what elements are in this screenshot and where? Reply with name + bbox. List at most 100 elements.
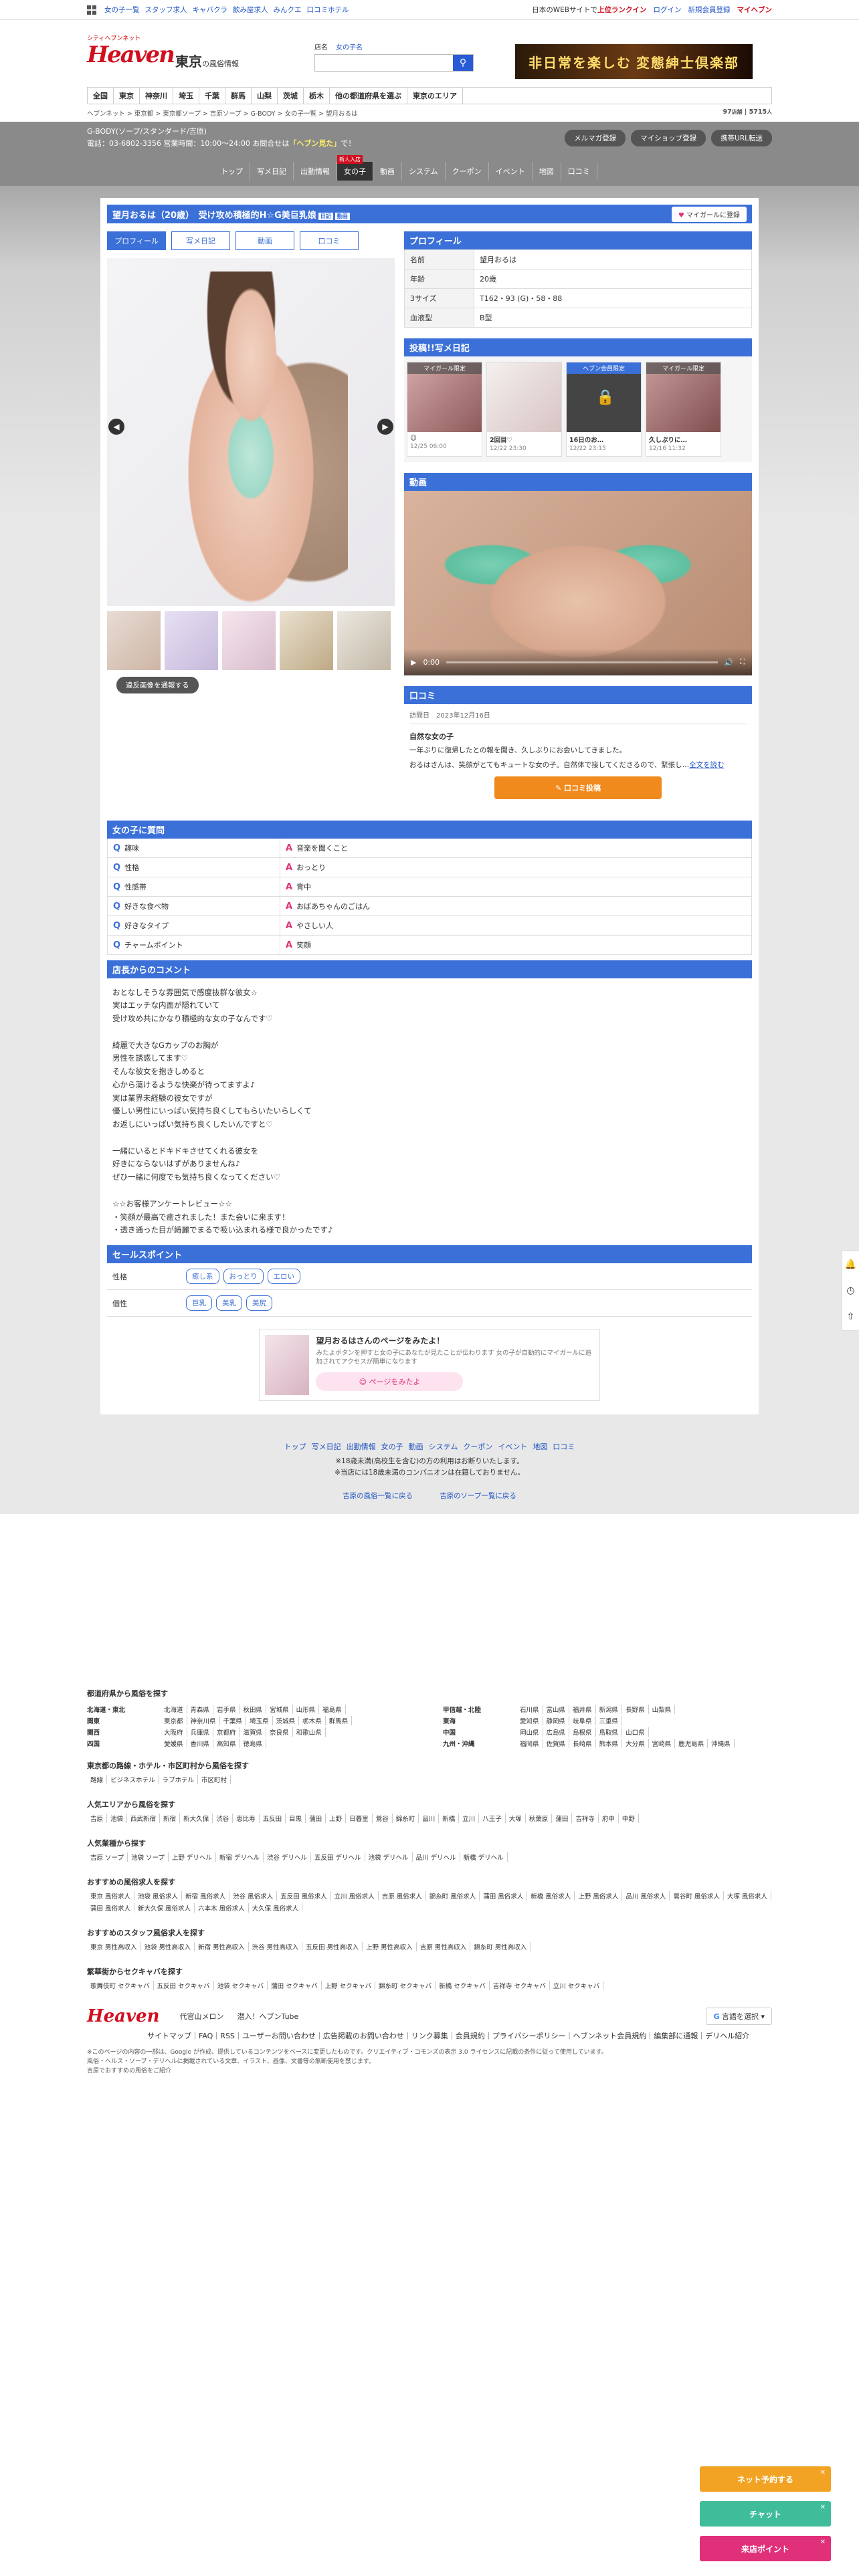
shop-nav-item[interactable]: 地図 [533, 162, 561, 181]
footer-link[interactable]: 立川 セクキャバ [550, 1980, 604, 1990]
history-icon[interactable]: ◷ [846, 1285, 854, 1296]
bottom-nav-item[interactable]: トップ [284, 1441, 306, 1452]
footer-link[interactable]: 池袋 風俗求人 [134, 1891, 183, 1901]
footer-link[interactable]: 中野 [619, 1813, 639, 1823]
bottom-nav-item[interactable]: 地図 [533, 1441, 547, 1452]
share-icon[interactable]: ⇧ [847, 1311, 855, 1322]
footer-link[interactable]: 立川 風俗求人 [331, 1891, 379, 1901]
footer-link[interactable]: 新大久保 風俗求人 [134, 1903, 195, 1913]
diary-card[interactable]: 2回目♡ 12/22 23:30 [486, 362, 562, 457]
footer-link[interactable]: 新宿 男性高収入 [195, 1941, 249, 1951]
footer-link[interactable]: 渋谷 風俗求人 [229, 1891, 278, 1901]
mygirl-button[interactable]: ♥ マイガールに登録 [671, 206, 747, 222]
language-select[interactable]: G 言語を選択 ▾ [706, 2007, 772, 2025]
footer-link[interactable]: 大塚 [506, 1813, 526, 1823]
read-more-link[interactable]: 全文を読む [689, 761, 725, 769]
footer-link[interactable]: 蒲田 [552, 1813, 573, 1823]
chat-button[interactable]: チャット ✕ [700, 2501, 831, 2527]
thumbnail[interactable] [337, 611, 391, 670]
footer-link[interactable]: 蒲田 風俗求人 [87, 1903, 135, 1913]
thumbnail[interactable] [280, 611, 333, 670]
area-item[interactable]: 群馬 [225, 88, 252, 104]
area-item[interactable]: 栃木 [304, 88, 330, 104]
sales-tag[interactable]: エロい [267, 1269, 300, 1285]
topbar-link[interactable]: スタッフ求人 [145, 5, 187, 15]
footer-link[interactable]: 錦糸町 セクキャバ [375, 1980, 436, 1990]
footer-link[interactable]: 歌舞伎町 セクキャバ [87, 1980, 154, 1990]
myshop-button[interactable]: マイショップ登録 [631, 130, 706, 146]
bottom-nav-item[interactable]: 動画 [409, 1441, 423, 1452]
bell-icon[interactable]: 🔔 [845, 1259, 856, 1270]
footer-link[interactable]: 新橋 デリヘル [460, 1852, 508, 1862]
footer-link[interactable]: 吉祥寺 セクキャバ [490, 1980, 550, 1990]
footer-link[interactable]: 錦糸町 風俗求人 [426, 1891, 480, 1901]
bottom-nav-item[interactable]: システム [429, 1441, 458, 1452]
area-item[interactable]: 茨城 [278, 88, 304, 104]
shop-nav-item[interactable]: イベント [489, 162, 533, 181]
post-review-button[interactable]: ✎ 口コミ投稿 [494, 776, 662, 799]
footer-link[interactable]: 蒲田 [306, 1813, 326, 1823]
footer-link[interactable]: 新橋 [439, 1813, 460, 1823]
thumbnail[interactable] [165, 611, 218, 670]
sales-tag[interactable]: おっとり [223, 1269, 264, 1285]
search-icon[interactable]: ⚲ [453, 55, 473, 71]
diary-card[interactable]: マイガール限定 ☺︎ 12/25 06:00 [407, 362, 482, 457]
footer-link[interactable]: 錦糸町 [393, 1813, 419, 1823]
search-input[interactable] [315, 55, 453, 71]
footer-link[interactable]: 新大久保 [180, 1813, 213, 1823]
footer-link[interactable]: 目黒 [286, 1813, 306, 1823]
bottom-nav-item[interactable]: 写メ日記 [312, 1441, 341, 1452]
register-link[interactable]: 新規会員登録 [688, 5, 731, 15]
footer-logo[interactable]: Heaven [87, 2006, 160, 2026]
bottom-nav-item[interactable]: イベント [498, 1441, 527, 1452]
footer-link[interactable]: 六本木 風俗求人 [195, 1903, 249, 1913]
footer-link[interactable]: 日暮里 [346, 1813, 373, 1823]
footer-link[interactable]: 大塚 風俗求人 [724, 1891, 771, 1901]
bottom-nav-item[interactable]: 出勤情報 [347, 1441, 376, 1452]
ranking-link[interactable]: 上位ランクイン [597, 6, 647, 14]
footer-link[interactable]: 五反田 風俗求人 [277, 1891, 331, 1901]
footer-link[interactable]: 渋谷 [213, 1813, 233, 1823]
footer-link[interactable]: 鶯谷 [373, 1813, 393, 1823]
footer-link[interactable]: 上野 男性高収入 [363, 1941, 417, 1951]
area-item[interactable]: 千葉 [199, 88, 225, 104]
footer-link[interactable]: 新宿 デリヘル [216, 1852, 264, 1862]
shop-nav-item[interactable]: 口コミ [561, 162, 597, 181]
close-icon[interactable]: ✕ [820, 2504, 826, 2511]
video-player[interactable]: ▶ 0:00 🔊 ⛶ [404, 491, 752, 675]
footer-link[interactable]: 蒲田 風俗求人 [480, 1891, 528, 1901]
footer-link[interactable]: 大久保 風俗求人 [249, 1903, 303, 1913]
footer-link[interactable]: 池袋 セクキャバ [214, 1980, 268, 1990]
close-icon[interactable]: ✕ [820, 2469, 826, 2476]
footer-link[interactable]: 池袋 デリヘル [365, 1852, 413, 1862]
fullscreen-icon[interactable]: ⛶ [740, 657, 745, 667]
grid-menu-icon[interactable] [87, 5, 96, 15]
shop-nav-item[interactable]: 写メ日記 [250, 162, 294, 181]
visit-point-button[interactable]: 来店ポイント ✕ [700, 2536, 831, 2561]
footer-link[interactable]: 五反田 男性高収入 [302, 1941, 363, 1951]
footer-link[interactable]: 品川 風俗求人 [622, 1891, 670, 1901]
play-icon[interactable]: ▶ [411, 658, 416, 667]
footer-link[interactable]: 品川 [419, 1813, 440, 1823]
footer-link[interactable]: 新橋 風俗求人 [527, 1891, 575, 1901]
search-tab-girl[interactable]: 女の子名 [336, 41, 363, 51]
diary-card[interactable]: ヘブン会員限定 🔒 16日のお… 12/22 23:15 [566, 362, 642, 457]
footer-link[interactable]: 吉原 ソープ [87, 1852, 128, 1862]
topbar-link[interactable]: 飲み屋求人 [233, 5, 268, 15]
breadcrumb-text[interactable]: ヘブンネット > 東京都 > 東京都ソープ > 吉原ソープ > G-BODY >… [87, 108, 358, 118]
sales-tag[interactable]: 癒し系 [186, 1269, 219, 1285]
footer-link[interactable]: 渋谷 デリヘル [264, 1852, 311, 1862]
login-link[interactable]: ログイン [654, 5, 682, 15]
back-link[interactable]: 吉原のソープ一覧に戻る [440, 1491, 516, 1501]
prev-arrow-icon[interactable]: ◀ [108, 419, 124, 435]
footer-link[interactable]: 吉原 男性高収入 [417, 1941, 471, 1951]
tab-diary[interactable]: 写メ日記 [171, 231, 230, 250]
footer-link[interactable]: 五反田 セクキャバ [154, 1980, 214, 1990]
search-tab-shop[interactable]: 店名 [314, 41, 328, 51]
topbar-link[interactable]: みんクエ [274, 5, 302, 15]
tube-link[interactable]: 潜入！ヘブンTube [237, 2011, 299, 2022]
footer-link[interactable]: 八王子 [479, 1813, 506, 1823]
shop-nav-item[interactable]: 出勤情報 [294, 162, 337, 181]
footer-link[interactable]: 品川 デリヘル [413, 1852, 460, 1862]
bottom-nav-item[interactable]: 口コミ [553, 1441, 575, 1452]
